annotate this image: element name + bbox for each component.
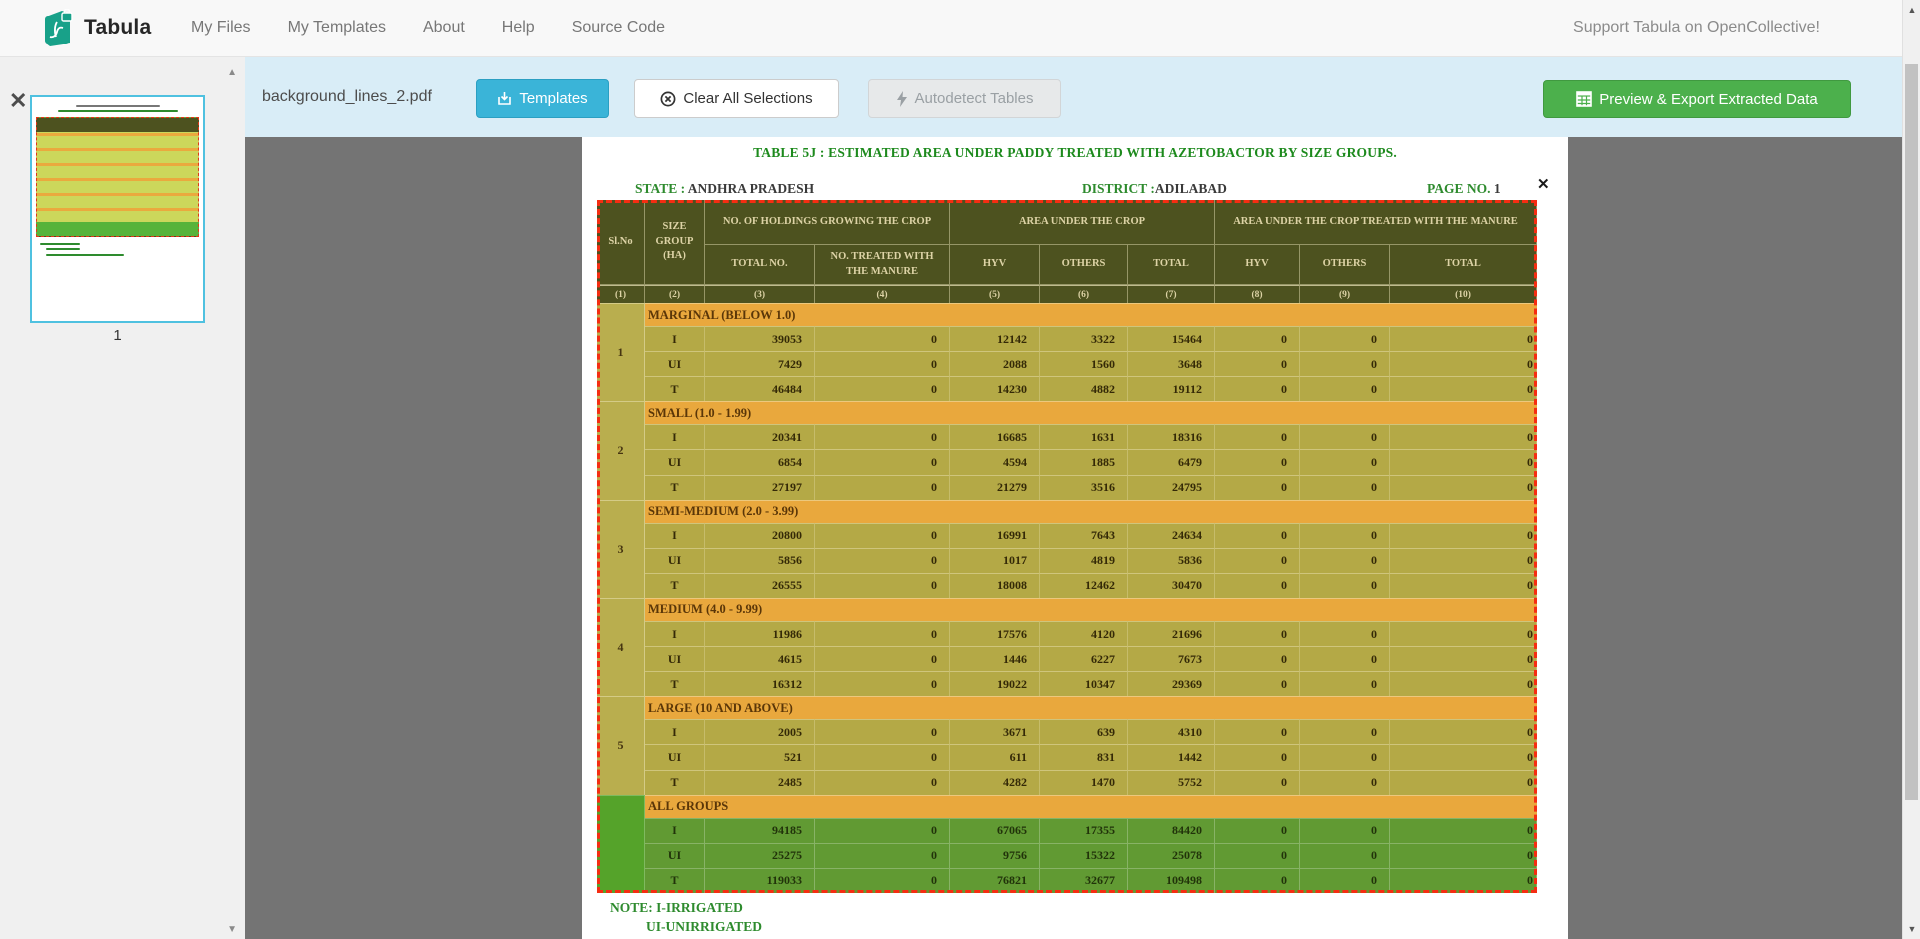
page-no-label: PAGE NO. (1427, 181, 1491, 196)
thumb-note-line (46, 248, 80, 250)
nav-item-about[interactable]: About (423, 19, 465, 37)
thumb-title-line (58, 110, 178, 112)
page-no-value: 1 (1494, 181, 1501, 196)
spreadsheet-icon (1576, 91, 1592, 107)
nav-item-help[interactable]: Help (502, 19, 535, 37)
doc-state: STATE : ANDHRA PRADESH (635, 181, 814, 197)
thumb-note-line (40, 243, 80, 245)
brand[interactable]: Tabula (42, 9, 151, 47)
state-label: STATE : (635, 181, 685, 196)
sidebar-scroll-down-icon[interactable]: ▼ (227, 924, 237, 935)
doc-district: DISTRICT :ADILABAD (1082, 181, 1227, 197)
save-template-icon (497, 91, 512, 106)
window-scrollbar[interactable]: ▲ ▼ (1902, 0, 1920, 939)
state-value: ANDHRA PRADESH (688, 181, 814, 196)
sidebar-scroll-up-icon[interactable]: ▲ (227, 67, 237, 78)
document-viewport: TABLE 5J : ESTIMATED AREA UNDER PADDY TR… (245, 137, 1902, 939)
district-value: ADILABAD (1155, 181, 1227, 196)
thumb-note-line (46, 254, 124, 256)
autodetect-button-label: Autodetect Tables (915, 90, 1034, 107)
toolbar: background_lines_2.pdf Templates Clear A… (245, 57, 1902, 137)
doc-page-no: PAGE NO. 1 (1427, 181, 1501, 197)
pdf-page[interactable]: TABLE 5J : ESTIMATED AREA UNDER PADDY TR… (582, 137, 1568, 939)
support-link[interactable]: Support Tabula on OpenCollective! (1573, 0, 1820, 56)
scrollbar-thumb[interactable] (1905, 64, 1918, 800)
doc-note-1: NOTE: I-IRRIGATED (610, 900, 743, 916)
thumb-table-preview (36, 117, 199, 237)
nav-item-my-templates[interactable]: My Templates (288, 19, 386, 37)
page-thumbnail[interactable] (30, 95, 205, 323)
doc-title: TABLE 5J : ESTIMATED AREA UNDER PADDY TR… (582, 145, 1568, 161)
brand-name: Tabula (84, 16, 151, 40)
navbar: Tabula My Files My Templates About Help Sour… (0, 0, 1920, 57)
lightning-bolt-icon (896, 91, 908, 107)
preview-export-button[interactable]: Preview & Export Extracted Data (1543, 80, 1851, 118)
export-button-label: Preview & Export Extracted Data (1599, 91, 1817, 108)
doc-note-2: UI-UNIRRIGATED (646, 919, 762, 935)
selection-close-icon[interactable]: ✕ (1537, 178, 1550, 193)
nav-item-my-files[interactable]: My Files (191, 19, 251, 37)
tabula-logo-icon (42, 9, 75, 47)
clear-button-label: Clear All Selections (683, 90, 812, 107)
nav-item-source-code[interactable]: Source Code (572, 19, 665, 37)
sidebar: ✕ 1 ▲ ▼ (0, 57, 245, 939)
district-label: DISTRICT : (1082, 181, 1155, 196)
delete-page-icon[interactable]: ✕ (9, 90, 27, 112)
templates-button[interactable]: Templates (476, 79, 609, 118)
remove-circle-icon (660, 91, 676, 107)
templates-button-label: Templates (519, 90, 587, 107)
selection-box[interactable] (597, 200, 1537, 893)
tabula-app: Tabula My Files My Templates About Help Sour… (0, 0, 1920, 939)
clear-all-selections-button[interactable]: Clear All Selections (634, 79, 839, 118)
autodetect-tables-button[interactable]: Autodetect Tables (868, 79, 1061, 118)
thumb-title-line (76, 105, 160, 107)
filename: background_lines_2.pdf (262, 57, 432, 137)
scrollbar-up-icon[interactable]: ▲ (1903, 2, 1920, 18)
scrollbar-down-icon[interactable]: ▼ (1903, 921, 1920, 937)
navbar-menu: My Files My Templates About Help Source Code (191, 0, 665, 56)
page-number-label: 1 (30, 327, 205, 344)
